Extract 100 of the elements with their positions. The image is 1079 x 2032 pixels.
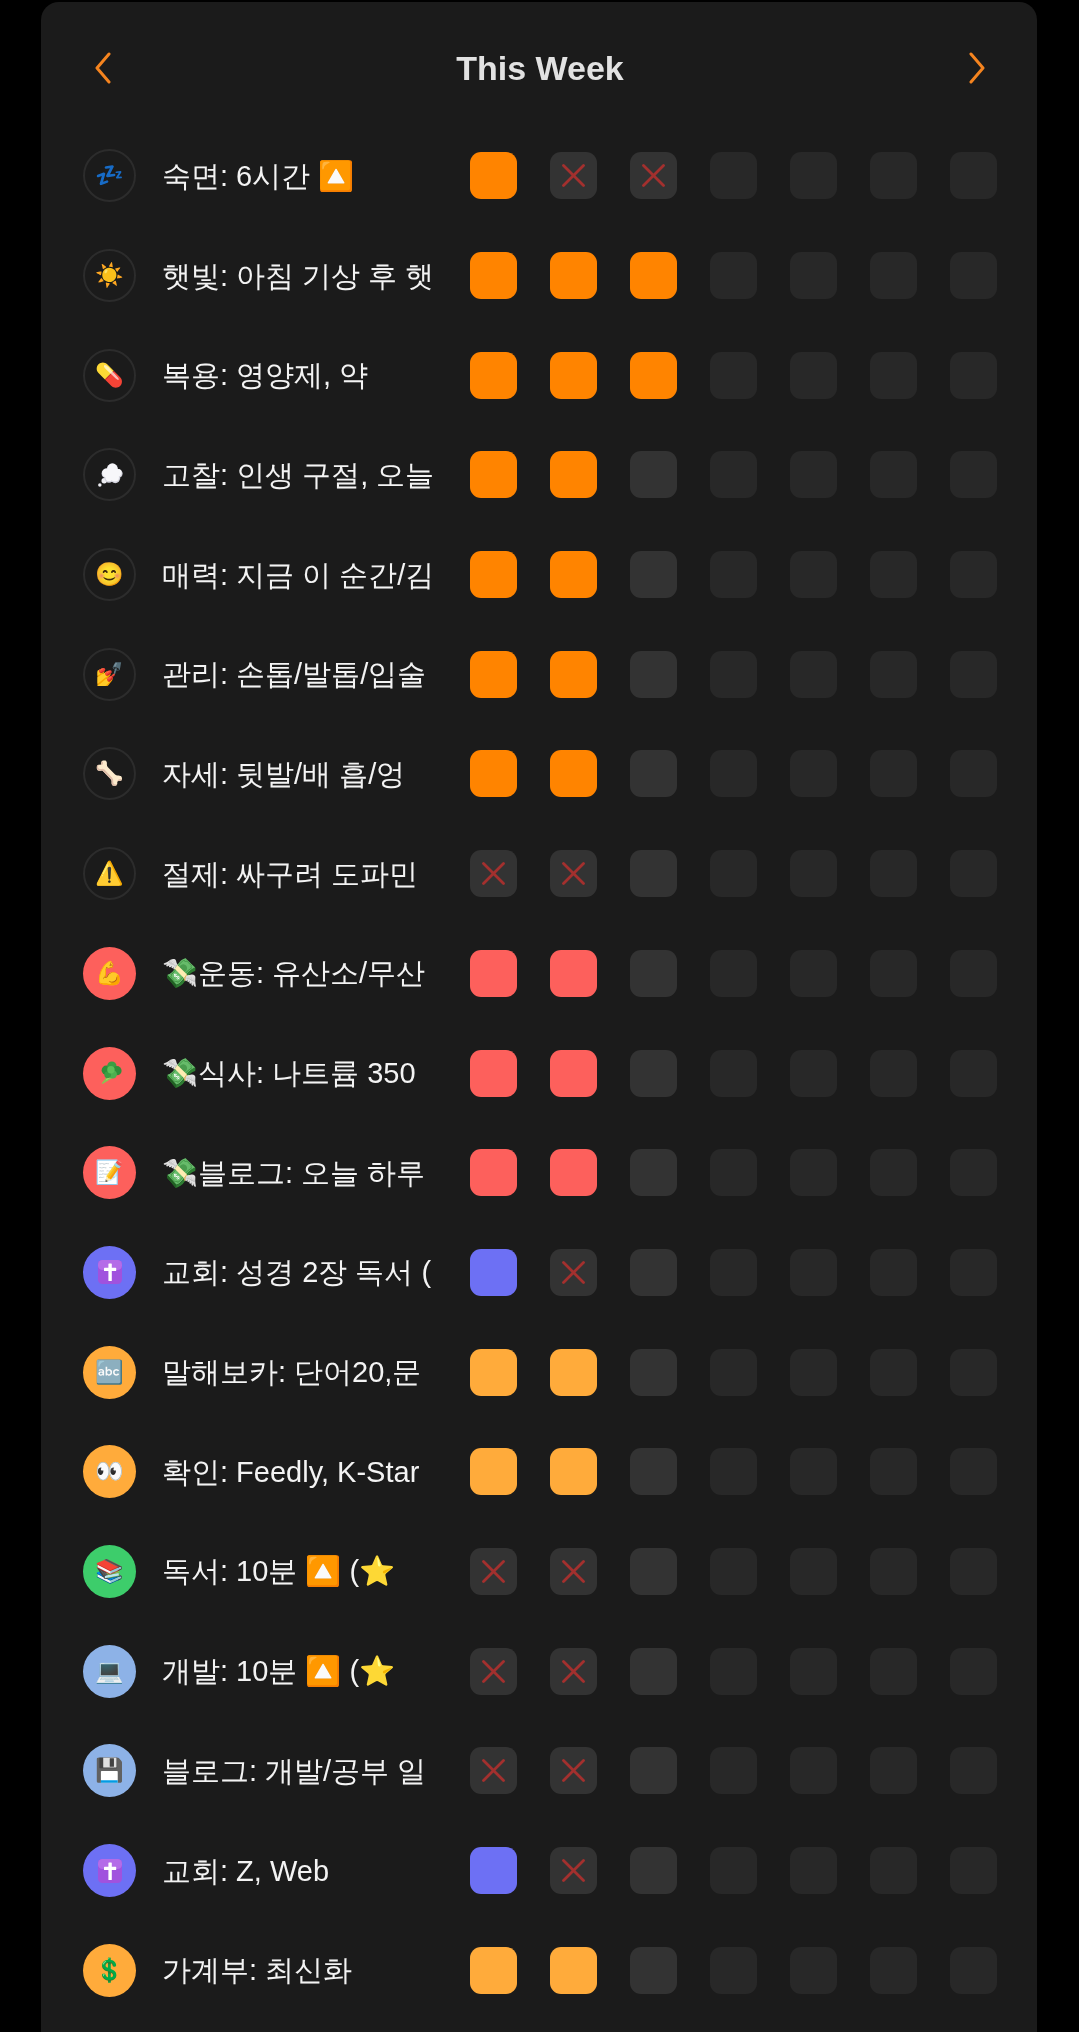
- day-cell[interactable]: [550, 1049, 597, 1097]
- day-cell[interactable]: [470, 650, 517, 698]
- chevron-left-icon: [94, 52, 112, 84]
- day-cell[interactable]: [550, 1448, 597, 1496]
- day-cell[interactable]: [470, 1149, 517, 1197]
- nail-polish-icon: 💅: [83, 647, 136, 701]
- habit-label: 교회: 성경 2장 독서 (: [162, 1255, 432, 1291]
- day-cell[interactable]: [470, 252, 517, 300]
- day-cell[interactable]: [550, 451, 597, 499]
- habit-label: 💸블로그: 오늘 하루: [162, 1155, 426, 1191]
- pill-icon: 💊: [83, 348, 136, 402]
- day-cell[interactable]: [550, 650, 597, 698]
- warning-icon: ⚠: [83, 847, 136, 901]
- day-cell[interactable]: [630, 1348, 677, 1396]
- smiling-face-icon: 😊: [83, 548, 136, 602]
- day-cell[interactable]: [630, 252, 677, 300]
- day-cell[interactable]: [630, 1547, 677, 1595]
- habit-label: 확인: Feedly, K-Star: [162, 1454, 420, 1490]
- bone-icon: 🦴: [83, 747, 136, 801]
- day-cell[interactable]: [630, 750, 677, 798]
- eyes-icon: 👀: [83, 1445, 136, 1499]
- day-cell[interactable]: [630, 351, 677, 399]
- x-mark-icon: [482, 862, 505, 886]
- day-cell[interactable]: [550, 750, 597, 798]
- day-cell[interactable]: [630, 1248, 677, 1296]
- habit-label: 매력: 지금 이 순간/김: [162, 557, 435, 593]
- x-mark-icon: [482, 1759, 505, 1783]
- sun-icon: ☀: [83, 249, 136, 303]
- day-cell[interactable]: [550, 1348, 597, 1396]
- day-cell[interactable]: [630, 1946, 677, 1994]
- day-cell[interactable]: [550, 1847, 597, 1895]
- laptop-icon: 💻: [83, 1644, 136, 1698]
- chevron-right-icon: [968, 52, 986, 84]
- day-cell[interactable]: [630, 1747, 677, 1795]
- habit-label: 복용: 영양제, 약: [162, 358, 369, 394]
- week-title: This Week: [456, 48, 624, 89]
- day-cell[interactable]: [630, 850, 677, 898]
- habit-label: 가계부: 최신화: [162, 1953, 353, 1989]
- day-cell[interactable]: [630, 650, 677, 698]
- habit-label: 자세: 뒷발/배 흡/엉: [162, 756, 406, 792]
- habit-label: 고찰: 인생 구절, 오늘: [162, 457, 435, 493]
- day-cell[interactable]: [630, 949, 677, 997]
- habit-label: 절제: 싸구려 도파민: [162, 856, 419, 892]
- day-cell[interactable]: [550, 1747, 597, 1795]
- habit-label: 교회: Z, Web: [162, 1853, 330, 1889]
- zzz-icon: 💤: [83, 149, 136, 203]
- day-cell[interactable]: [630, 1149, 677, 1197]
- day-cell[interactable]: [550, 252, 597, 300]
- day-cell[interactable]: [550, 1547, 597, 1595]
- x-mark-icon: [562, 164, 585, 188]
- floppy-disk-icon: 💾: [83, 1744, 136, 1798]
- day-cell[interactable]: [630, 152, 677, 200]
- day-cell[interactable]: [630, 1847, 677, 1895]
- day-cell[interactable]: [470, 1049, 517, 1097]
- habit-label: 숙면: 6시간 🔼: [162, 158, 355, 194]
- day-cell[interactable]: [470, 1547, 517, 1595]
- x-mark-icon: [562, 1859, 585, 1883]
- x-mark-icon: [642, 164, 665, 188]
- memo-icon: 📝: [83, 1146, 136, 1200]
- day-cell[interactable]: [470, 949, 517, 997]
- day-cell[interactable]: [550, 1248, 597, 1296]
- day-cell[interactable]: [630, 1647, 677, 1695]
- day-cell[interactable]: [630, 551, 677, 599]
- day-cell[interactable]: [630, 1049, 677, 1097]
- habit-label: 말해보카: 단어20,문: [162, 1355, 422, 1391]
- x-mark-icon: [562, 1659, 585, 1683]
- x-mark-icon: [482, 1559, 505, 1583]
- x-mark-icon: [482, 1659, 505, 1683]
- habit-label: 블로그: 개발/공부 일: [162, 1753, 427, 1789]
- day-cell[interactable]: [550, 949, 597, 997]
- day-cell[interactable]: [550, 850, 597, 898]
- habit-label: 💸운동: 유산소/무산: [162, 956, 426, 992]
- day-cell[interactable]: [630, 1448, 677, 1496]
- day-cell[interactable]: [470, 351, 517, 399]
- habit-label: 독서: 10분 🔼 (⭐: [162, 1554, 396, 1590]
- day-cell[interactable]: [470, 1747, 517, 1795]
- day-cell[interactable]: [470, 152, 517, 200]
- day-cell[interactable]: [470, 750, 517, 798]
- day-cell[interactable]: [470, 850, 517, 898]
- flexed-arm-icon: 💪: [83, 946, 136, 1000]
- day-cell[interactable]: [550, 152, 597, 200]
- day-cell[interactable]: [470, 551, 517, 599]
- x-mark-icon: [562, 862, 585, 886]
- day-cell[interactable]: [550, 351, 597, 399]
- dollar-sign-icon: 💲: [83, 1943, 136, 1997]
- day-cell[interactable]: [470, 1847, 517, 1895]
- day-cell[interactable]: [630, 451, 677, 499]
- day-cell[interactable]: [550, 1647, 597, 1695]
- day-cell[interactable]: [470, 451, 517, 499]
- habit-label: 관리: 손톱/발톱/입술: [162, 657, 427, 693]
- habit-label: 햇빛: 아침 기상 후 햇: [162, 258, 435, 294]
- day-cell[interactable]: [550, 551, 597, 599]
- day-cell[interactable]: [550, 1946, 597, 1994]
- books-icon: 📚: [83, 1544, 136, 1598]
- day-cell[interactable]: [470, 1946, 517, 1994]
- day-cell[interactable]: [550, 1149, 597, 1197]
- day-cell[interactable]: [470, 1647, 517, 1695]
- day-cell[interactable]: [470, 1448, 517, 1496]
- day-cell[interactable]: [470, 1248, 517, 1296]
- day-cell[interactable]: [470, 1348, 517, 1396]
